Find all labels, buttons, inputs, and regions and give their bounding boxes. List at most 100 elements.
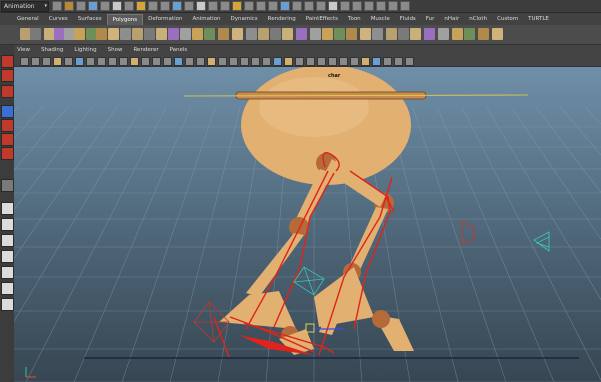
panel-toolbar-icon[interactable] [86, 57, 95, 66]
panel-toolbar-icon[interactable] [42, 57, 51, 66]
shelf-tab-surfaces[interactable]: Surfaces [73, 14, 107, 24]
shelf-tool-icon[interactable] [464, 28, 475, 40]
panel-toolbar-icon[interactable] [207, 57, 216, 66]
panel-menu-lighting[interactable]: Lighting [74, 47, 96, 53]
status-line-tool-icon[interactable] [256, 1, 266, 11]
panel-toolbar-icon[interactable] [53, 57, 62, 66]
shelf-tab-painteffects[interactable]: PaintEffects [301, 14, 343, 24]
shelf-tool-icon[interactable] [156, 28, 167, 40]
status-line-tool-icon[interactable] [244, 1, 254, 11]
layout-outliner-icon[interactable] [1, 250, 14, 263]
status-line-tool-icon[interactable] [184, 1, 194, 11]
panel-toolbar-icon[interactable] [20, 57, 29, 66]
shelf-tab-turtle[interactable]: TURTLE [523, 14, 554, 24]
layout-two-icon[interactable] [1, 234, 14, 247]
shelf-tool-icon[interactable] [258, 28, 269, 40]
shelf-tab-muscle[interactable]: Muscle [366, 14, 395, 24]
status-line-tool-icon[interactable] [100, 1, 110, 11]
status-line-tool-icon[interactable] [292, 1, 302, 11]
shelf-tool-icon[interactable] [270, 28, 281, 40]
panel-toolbar-icon[interactable] [328, 57, 337, 66]
shelf-tool-icon[interactable] [204, 28, 215, 40]
shelf-tool-icon[interactable] [246, 28, 257, 40]
shelf-tool-icon[interactable] [232, 28, 243, 40]
shelf-tab-polygons[interactable]: Polygons [106, 13, 144, 25]
move-tool-icon[interactable] [1, 105, 14, 118]
panel-toolbar-icon[interactable] [64, 57, 73, 66]
panel-toolbar-icon[interactable] [31, 57, 40, 66]
shelf-tool-icon[interactable] [386, 28, 397, 40]
shelf-tool-icon[interactable] [132, 28, 143, 40]
shelf-tab-rendering[interactable]: Rendering [263, 14, 301, 24]
shelf-tab-fur[interactable]: Fur [421, 14, 440, 24]
shelf-tool-icon[interactable] [360, 28, 371, 40]
status-line-tool-icon[interactable] [316, 1, 326, 11]
shelf-tool-icon[interactable] [144, 28, 155, 40]
paint-tool-icon[interactable] [1, 85, 14, 98]
panel-toolbar-icon[interactable] [317, 57, 326, 66]
panel-menu-panels[interactable]: Panels [170, 47, 188, 53]
panel-menu-view[interactable]: View [17, 47, 30, 53]
status-line-tool-icon[interactable] [400, 1, 410, 11]
status-line-tool-icon[interactable] [52, 1, 62, 11]
status-line-tool-icon[interactable] [76, 1, 86, 11]
status-line-tool-icon[interactable] [196, 1, 206, 11]
shelf-tab-animation[interactable]: Animation [187, 14, 225, 24]
panel-toolbar-icon[interactable] [97, 57, 106, 66]
perspective-viewport[interactable]: char [14, 67, 601, 382]
panel-menu-shading[interactable]: Shading [41, 47, 63, 53]
rotate-tool-icon[interactable] [1, 119, 14, 132]
layout-graph-icon[interactable] [1, 266, 14, 279]
shelf-tab-fluids[interactable]: Fluids [395, 14, 421, 24]
status-line-tool-icon[interactable] [136, 1, 146, 11]
status-line-tool-icon[interactable] [328, 1, 338, 11]
panel-toolbar-icon[interactable] [108, 57, 117, 66]
shelf-tool-icon[interactable] [398, 28, 409, 40]
panel-toolbar-icon[interactable] [75, 57, 84, 66]
panel-toolbar-icon[interactable] [174, 57, 183, 66]
layout-four-icon[interactable] [1, 218, 14, 231]
status-line-tool-icon[interactable] [148, 1, 158, 11]
panel-toolbar-icon[interactable] [163, 57, 172, 66]
shelf-tool-icon[interactable] [372, 28, 383, 40]
shelf-tab-deformation[interactable]: Deformation [143, 14, 187, 24]
shelf-tool-icon[interactable] [492, 28, 503, 40]
panel-toolbar-icon[interactable] [262, 57, 271, 66]
panel-toolbar-icon[interactable] [196, 57, 205, 66]
status-line-tool-icon[interactable] [364, 1, 374, 11]
panel-toolbar-icon[interactable] [306, 57, 315, 66]
status-line-tool-icon[interactable] [220, 1, 230, 11]
shelf-tool-icon[interactable] [424, 28, 435, 40]
shelf-tool-icon[interactable] [478, 28, 489, 40]
shelf-tool-icon[interactable] [218, 28, 229, 40]
panel-toolbar-icon[interactable] [405, 57, 414, 66]
panel-toolbar-icon[interactable] [350, 57, 359, 66]
shelf-tool-icon[interactable] [96, 28, 107, 40]
shelf-tool-icon[interactable] [438, 28, 449, 40]
layout-hypershade-icon[interactable] [1, 282, 14, 295]
shelf-tool-icon[interactable] [108, 28, 119, 40]
shelf-tool-icon[interactable] [192, 28, 203, 40]
status-line-tool-icon[interactable] [88, 1, 98, 11]
shelf-tool-icon[interactable] [322, 28, 333, 40]
panel-toolbar-icon[interactable] [141, 57, 150, 66]
shelf-tab-toon[interactable]: Toon [343, 14, 366, 24]
panel-toolbar-icon[interactable] [130, 57, 139, 66]
shelf-tool-icon[interactable] [180, 28, 191, 40]
panel-toolbar-icon[interactable] [229, 57, 238, 66]
status-line-tool-icon[interactable] [304, 1, 314, 11]
layout-single-icon[interactable] [1, 202, 14, 215]
shelf-tool-icon[interactable] [120, 28, 131, 40]
panel-toolbar-icon[interactable] [339, 57, 348, 66]
panel-toolbar-icon[interactable] [185, 57, 194, 66]
panel-toolbar-icon[interactable] [152, 57, 161, 66]
panel-toolbar-icon[interactable] [119, 57, 128, 66]
panel-toolbar-icon[interactable] [383, 57, 392, 66]
shelf-tool-icon[interactable] [282, 28, 293, 40]
shelf-tab-nhair[interactable]: nHair [439, 14, 464, 24]
status-line-tool-icon[interactable] [112, 1, 122, 11]
shelf-tool-icon[interactable] [30, 28, 41, 40]
select-tool-icon[interactable] [1, 55, 14, 68]
shelf-tool-icon[interactable] [296, 28, 307, 40]
status-line-tool-icon[interactable] [208, 1, 218, 11]
